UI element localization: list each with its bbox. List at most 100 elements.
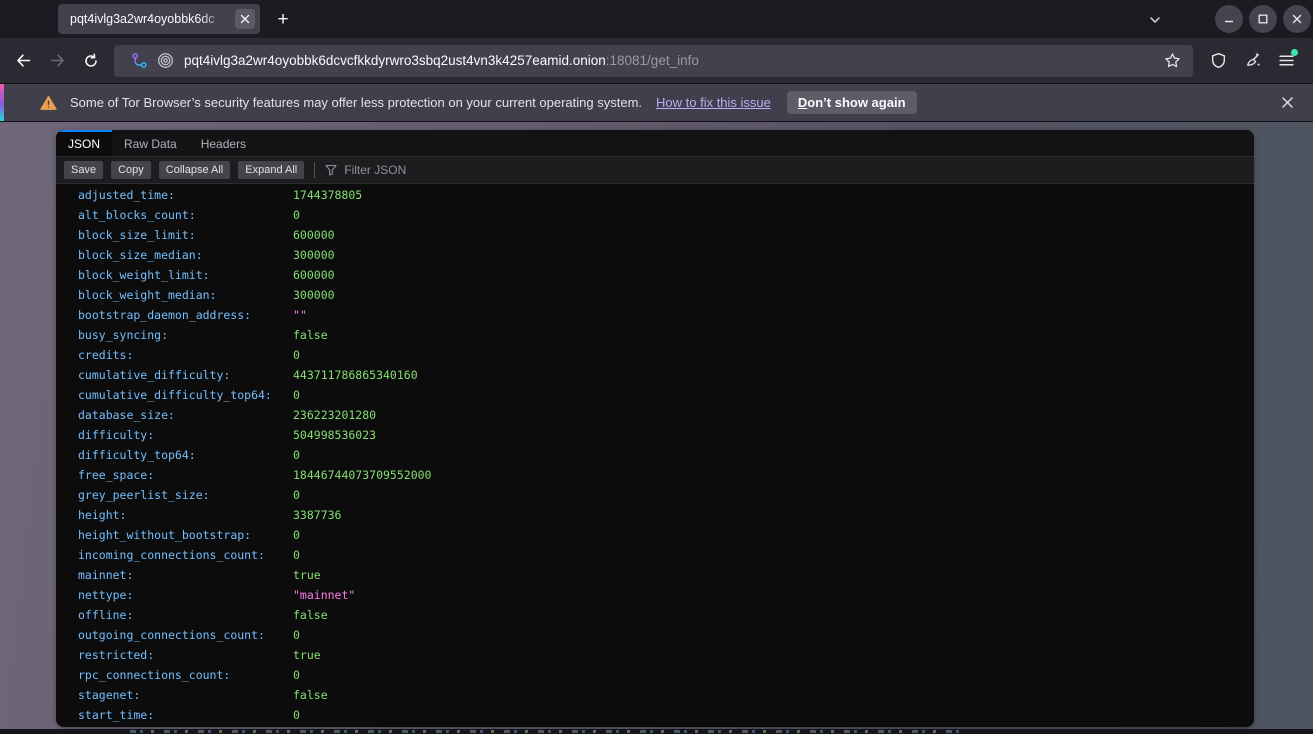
json-value: 443711786865340160	[293, 368, 418, 382]
json-value: 0	[293, 548, 300, 562]
json-row: difficulty:504998536023	[78, 425, 1254, 445]
background-window-strip	[0, 729, 1313, 734]
json-value: 0	[293, 388, 300, 402]
json-row: height_without_bootstrap:0	[78, 525, 1254, 545]
filter-json-input[interactable]	[344, 163, 664, 177]
update-badge	[1291, 49, 1298, 56]
json-row: block_weight_median:300000	[78, 285, 1254, 305]
json-key: block_size_limit:	[78, 225, 293, 245]
json-row: stagenet:false	[78, 685, 1254, 705]
tab-title: pqt4ivlg3a2wr4oyobbk6dc	[70, 12, 235, 26]
json-value: 0	[293, 348, 300, 362]
json-value: 504998536023	[293, 428, 376, 442]
banner-accent-stripe	[0, 84, 4, 121]
new-identity-button[interactable]	[1235, 45, 1269, 77]
json-value: 0	[293, 668, 300, 682]
json-row: grey_peerlist_size:0	[78, 485, 1254, 505]
letterboxed-viewport: JSONRaw DataHeaders Save Copy Collapse All…	[0, 122, 1313, 734]
json-key: grey_peerlist_size:	[78, 485, 293, 505]
browser-tab[interactable]: pqt4ivlg3a2wr4oyobbk6dc	[58, 4, 260, 34]
clipped-terminal-text	[130, 730, 960, 733]
json-row: block_size_limit:600000	[78, 225, 1254, 245]
url-text: pqt4ivlg3a2wr4oyobbk6dcvcfkkdyrwro3sbq2u…	[184, 53, 699, 68]
viewer-tab-json[interactable]: JSON	[56, 130, 112, 156]
url-port-path: :18081/get_info	[606, 53, 699, 68]
shield-button[interactable]	[1201, 45, 1235, 77]
json-viewer-panel: JSONRaw DataHeaders Save Copy Collapse All…	[56, 130, 1254, 727]
bookmark-button[interactable]	[1159, 48, 1185, 74]
json-value: 0	[293, 628, 300, 642]
json-key: start_time:	[78, 705, 293, 725]
banner-message: Some of Tor Browser’s security features …	[70, 95, 642, 110]
json-value: 0	[293, 528, 300, 542]
collapse-all-button[interactable]: Collapse All	[159, 161, 230, 179]
tab-bar: pqt4ivlg3a2wr4oyobbk6dc +	[0, 0, 1313, 38]
tor-circuit-icon	[131, 52, 148, 69]
json-key: incoming_connections_count:	[78, 545, 293, 565]
close-icon	[1291, 13, 1303, 25]
json-key: height_without_bootstrap:	[78, 525, 293, 545]
json-row: height:3387736	[78, 505, 1254, 525]
warning-triangle-icon	[40, 95, 57, 111]
json-key: difficulty:	[78, 425, 293, 445]
json-row: cumulative_difficulty:443711786865340160	[78, 365, 1254, 385]
hamburger-menu-icon	[1278, 52, 1295, 69]
json-row: busy_syncing:false	[78, 325, 1254, 345]
viewer-tab-headers[interactable]: Headers	[189, 130, 258, 156]
json-key: rpc_connections_count:	[78, 665, 293, 685]
json-row: block_weight_limit:600000	[78, 265, 1254, 285]
json-key: outgoing_connections_count:	[78, 625, 293, 645]
tab-close-button[interactable]	[235, 9, 255, 29]
json-value: false	[293, 328, 328, 342]
json-value: "mainnet"	[293, 588, 355, 602]
json-rows: adjusted_time:1744378805alt_blocks_count…	[56, 184, 1254, 725]
url-bar[interactable]: pqt4ivlg3a2wr4oyobbk6dcvcfkkdyrwro3sbq2u…	[114, 45, 1193, 77]
json-row: incoming_connections_count:0	[78, 545, 1254, 565]
maximize-icon	[1257, 13, 1269, 25]
json-value: 300000	[293, 288, 335, 302]
json-value: 600000	[293, 228, 335, 242]
json-key: block_size_median:	[78, 245, 293, 265]
json-row: mainnet:true	[78, 565, 1254, 585]
close-icon	[1281, 96, 1294, 109]
json-key: stagenet:	[78, 685, 293, 705]
json-row: block_size_median:300000	[78, 245, 1254, 265]
viewer-tab-raw-data[interactable]: Raw Data	[112, 130, 189, 156]
json-key: mainnet:	[78, 565, 293, 585]
close-window-button[interactable]	[1283, 5, 1311, 33]
banner-close-button[interactable]	[1275, 91, 1299, 115]
dont-show-again-button[interactable]: Don’t show again	[787, 91, 917, 114]
app-menu-button[interactable]	[1269, 45, 1303, 77]
json-row: database_size:236223201280	[78, 405, 1254, 425]
json-key: difficulty_top64:	[78, 445, 293, 465]
json-row: alt_blocks_count:0	[78, 205, 1254, 225]
toolbar-separator	[314, 162, 315, 178]
json-row: start_time:0	[78, 705, 1254, 725]
json-key: busy_syncing:	[78, 325, 293, 345]
list-all-tabs-button[interactable]	[1143, 8, 1167, 32]
json-row: credits:0	[78, 345, 1254, 365]
forward-arrow-icon	[49, 52, 66, 69]
maximize-button[interactable]	[1249, 5, 1277, 33]
json-value: 0	[293, 448, 300, 462]
json-key: credits:	[78, 345, 293, 365]
tor-circuit-button[interactable]	[126, 48, 152, 74]
how-to-fix-link[interactable]: How to fix this issue	[656, 95, 771, 110]
shield-icon	[1210, 52, 1227, 69]
json-key: restricted:	[78, 645, 293, 665]
json-key: free_space:	[78, 465, 293, 485]
json-key: database_size:	[78, 405, 293, 425]
minimize-button[interactable]	[1215, 5, 1243, 33]
expand-all-button[interactable]: Expand All	[238, 161, 304, 179]
save-button[interactable]: Save	[64, 161, 103, 179]
json-row: nettype:"mainnet"	[78, 585, 1254, 605]
json-row: adjusted_time:1744378805	[78, 185, 1254, 205]
new-tab-button[interactable]: +	[270, 7, 296, 33]
forward-button[interactable]	[40, 45, 74, 77]
back-button[interactable]	[6, 45, 40, 77]
json-key: nettype:	[78, 585, 293, 605]
reload-button[interactable]	[74, 45, 108, 77]
copy-button[interactable]: Copy	[111, 161, 151, 179]
json-value: 0	[293, 488, 300, 502]
onion-site-button[interactable]	[152, 48, 178, 74]
